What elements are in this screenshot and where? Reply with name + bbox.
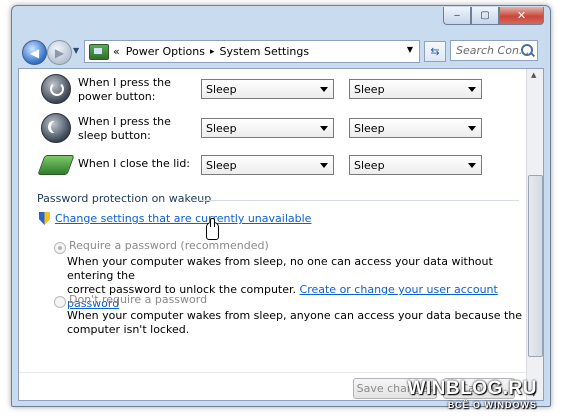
power-button-icon xyxy=(41,74,71,104)
sleep-button-row: When I press the sleep button: Sleep Sle… xyxy=(41,113,501,153)
power-button-row: When I press the power button: Sleep Sle… xyxy=(41,74,501,114)
chevron-down-icon xyxy=(468,126,476,131)
refresh-icon: ⇆ xyxy=(430,45,440,58)
back-button[interactable]: ◀ xyxy=(22,40,47,65)
section-divider xyxy=(199,200,519,201)
search-icon[interactable] xyxy=(521,44,533,56)
power-button-plugged-value: Sleep xyxy=(354,83,385,96)
system-settings-content: When I press the power button: Sleep Sle… xyxy=(18,68,544,401)
address-dropdown-icon[interactable]: ▼ xyxy=(407,45,413,54)
power-button-battery-select[interactable]: Sleep xyxy=(201,79,334,99)
sleep-button-battery-select[interactable]: Sleep xyxy=(201,118,334,138)
chevron-down-icon xyxy=(320,126,328,131)
power-button-battery-value: Sleep xyxy=(206,83,237,96)
uac-shield-icon xyxy=(39,212,50,225)
recent-pages-dropdown[interactable]: ▼ xyxy=(73,46,79,55)
scrollbar-thumb[interactable] xyxy=(528,175,543,357)
vertical-scrollbar[interactable]: ▲ ▼ xyxy=(526,69,543,400)
search-input[interactable]: Search Con... xyxy=(450,40,538,61)
password-protection-header: Password protection on wakeup xyxy=(37,192,212,205)
dont-require-desc-line1: When your computer wakes from sleep, any… xyxy=(67,309,523,322)
close-button[interactable]: ✕ xyxy=(499,7,544,25)
laptop-lid-icon xyxy=(37,155,75,175)
minimize-button[interactable]: ‒ xyxy=(443,7,471,25)
control-panel-icon xyxy=(89,43,109,60)
scroll-up-icon[interactable]: ▲ xyxy=(531,71,536,79)
chevron-down-icon xyxy=(468,87,476,92)
dont-require-password-description: When your computer wakes from sleep, any… xyxy=(67,309,527,337)
address-prefix[interactable]: « xyxy=(113,45,120,58)
winblog-watermark: WINBLOG.RU ВСЁ О WINDOWS xyxy=(407,378,537,410)
require-password-desc-line1: When your computer wakes from sleep, no … xyxy=(67,255,493,282)
power-button-plugged-select[interactable]: Sleep xyxy=(349,79,482,99)
sleep-button-icon xyxy=(41,113,71,143)
maximize-button[interactable]: ▢ xyxy=(471,7,499,25)
require-password-radio[interactable] xyxy=(54,242,66,254)
close-lid-row: When I close the lid: Sleep Sleep xyxy=(37,149,501,189)
close-lid-plugged-value: Sleep xyxy=(354,159,385,172)
breadcrumb-separator[interactable]: ▸ xyxy=(210,47,215,57)
sleep-button-battery-value: Sleep xyxy=(206,122,237,135)
sleep-button-plugged-value: Sleep xyxy=(354,122,385,135)
watermark-line1: WINBLOG.RU xyxy=(407,378,537,399)
sleep-button-label: When I press the sleep button: xyxy=(78,115,171,142)
control-panel-window: ‒ ▢ ✕ ◀ ▶ ▼ « Power Options ▸ System Set… xyxy=(11,5,551,407)
close-lid-battery-value: Sleep xyxy=(206,159,237,172)
caption-buttons: ‒ ▢ ✕ xyxy=(443,7,544,25)
breadcrumb-power-options[interactable]: Power Options xyxy=(126,45,205,58)
watermark-line2: ВСЁ О WINDOWS xyxy=(447,400,537,410)
search-placeholder: Search Con... xyxy=(456,44,530,57)
refresh-button[interactable]: ⇆ xyxy=(424,41,446,62)
navigation-bar: ◀ ▶ ▼ « Power Options ▸ System Settings … xyxy=(18,39,544,65)
dont-require-password-label[interactable]: Don't require a password xyxy=(69,293,207,306)
address-bar[interactable]: « Power Options ▸ System Settings ▼ xyxy=(84,40,420,63)
breadcrumb-system-settings[interactable]: System Settings xyxy=(219,45,309,58)
chevron-down-icon xyxy=(468,163,476,168)
require-password-label[interactable]: Require a password (recommended) xyxy=(69,239,269,252)
dont-require-password-radio[interactable] xyxy=(54,296,66,308)
chevron-down-icon xyxy=(320,163,328,168)
forward-button[interactable]: ▶ xyxy=(47,40,72,65)
chevron-down-icon xyxy=(320,87,328,92)
dont-require-desc-line2: computer isn't locked. xyxy=(67,323,190,336)
hand-cursor-icon xyxy=(206,218,219,240)
back-arrow-icon: ◀ xyxy=(29,45,40,60)
sleep-button-plugged-select[interactable]: Sleep xyxy=(349,118,482,138)
close-lid-battery-select[interactable]: Sleep xyxy=(201,155,334,175)
forward-arrow-icon: ▶ xyxy=(54,45,65,60)
close-lid-label: When I close the lid: xyxy=(78,157,191,170)
power-button-label: When I press the power button: xyxy=(78,76,171,103)
change-unavailable-settings-link[interactable]: Change settings that are currently unava… xyxy=(55,212,311,225)
close-lid-plugged-select[interactable]: Sleep xyxy=(349,155,482,175)
